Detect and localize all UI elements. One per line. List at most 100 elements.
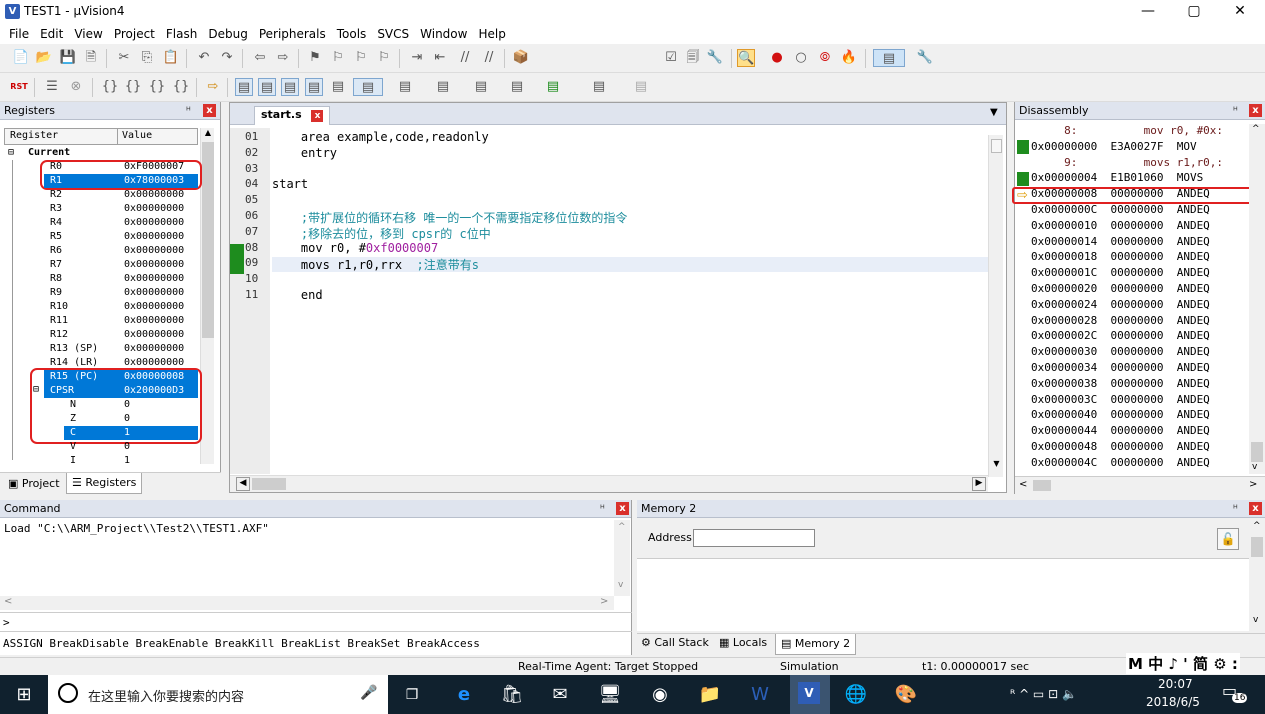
- command-scrollbar[interactable]: ^ v: [614, 520, 630, 596]
- disassembly-row[interactable]: 0x00000040 00000000 ANDEQ: [1031, 407, 1249, 423]
- register-row[interactable]: R0 0xF0000007: [4, 160, 198, 174]
- disable-breakpoint-icon[interactable]: ○: [792, 49, 810, 67]
- code-line[interactable]: ;带扩展位的循环右移 唯一的一个不需要指定移位位数的指令: [272, 209, 627, 226]
- memory-window-icon[interactable]: ▤: [390, 78, 420, 96]
- register-row[interactable]: R6 0x00000000: [4, 244, 198, 258]
- undo-icon[interactable]: ↶: [195, 49, 213, 67]
- code-line[interactable]: entry: [272, 146, 337, 160]
- disassembly-row[interactable]: 0x00000018 00000000 ANDEQ: [1031, 249, 1249, 265]
- menu-window[interactable]: Window: [415, 24, 473, 44]
- column-value[interactable]: Value: [122, 130, 152, 141]
- notification-icon[interactable]: ▭ 16: [1222, 681, 1250, 709]
- address-input[interactable]: [693, 529, 815, 547]
- disassembly-row[interactable]: 0x00000028 00000000 ANDEQ: [1031, 313, 1249, 329]
- paint-icon[interactable]: 🎨: [892, 681, 920, 709]
- disassembly-row[interactable]: 0x0000001C 00000000 ANDEQ: [1031, 265, 1249, 281]
- maximize-button[interactable]: ▢: [1171, 0, 1217, 24]
- pin-icon[interactable]: ᴴ: [186, 103, 191, 120]
- edge-icon[interactable]: e: [450, 681, 478, 709]
- run-icon[interactable]: ☰: [43, 78, 61, 96]
- disassembly-row[interactable]: 0x00000038 00000000 ANDEQ: [1031, 376, 1249, 392]
- registers-window-icon[interactable]: ▤: [305, 78, 323, 96]
- app-icon[interactable]: 🌐: [842, 681, 870, 709]
- registers-scrollbar[interactable]: ▲ ▼: [200, 128, 214, 489]
- unindent-icon[interactable]: ⇤: [431, 49, 449, 67]
- clear-breakpoints-icon[interactable]: 🔥: [840, 49, 858, 67]
- redo-icon[interactable]: ↷: [218, 49, 236, 67]
- nav-back-icon[interactable]: ⇦: [251, 49, 269, 67]
- disassembly-row[interactable]: 8: mov r0, #0x:: [1031, 123, 1249, 139]
- analysis-window-icon[interactable]: ▤: [466, 78, 496, 96]
- load-icon[interactable]: 📦: [512, 49, 530, 67]
- register-row[interactable]: R8 0x00000000: [4, 272, 198, 286]
- menu-svcs[interactable]: SVCS: [372, 24, 415, 44]
- lock-icon[interactable]: 🔓: [1217, 528, 1239, 550]
- kill-breakpoints-icon[interactable]: ⦾: [816, 49, 834, 67]
- register-row[interactable]: Z0: [4, 412, 198, 426]
- mail-icon[interactable]: ✉: [546, 681, 574, 709]
- paste-icon[interactable]: 📋: [162, 49, 180, 67]
- disassembly-window-icon[interactable]: ▤: [258, 78, 276, 96]
- breakpoint-icon[interactable]: ●: [768, 49, 786, 67]
- bookmark-icon[interactable]: ⚑: [306, 49, 324, 67]
- disassembly-row[interactable]: 0x00000008 00000000 ANDEQ: [1031, 186, 1249, 202]
- disassembly-row[interactable]: 0x00000004 E1B01060 MOVS: [1031, 170, 1249, 186]
- disassembly-row[interactable]: 0x00000024 00000000 ANDEQ: [1031, 297, 1249, 313]
- disassembly-row[interactable]: 9: movs r1,r0,:: [1031, 155, 1249, 171]
- debug-restore-icon[interactable]: ▤: [626, 78, 656, 96]
- stop-icon[interactable]: ⊗: [67, 78, 85, 96]
- disassembly-row[interactable]: 0x00000000 E3A0027F MOV: [1031, 139, 1249, 155]
- command-input[interactable]: >: [0, 612, 632, 632]
- expand-toggle-icon[interactable]: ⊟: [33, 384, 39, 395]
- copy-icon[interactable]: ⎘: [138, 49, 156, 67]
- close-panel-icon[interactable]: x: [616, 502, 629, 515]
- memory-scrollbar[interactable]: ^ v: [1249, 519, 1265, 631]
- tab-call-stack[interactable]: ⚙ Call Stack: [641, 636, 709, 649]
- column-register[interactable]: Register: [10, 130, 58, 141]
- close-tab-icon[interactable]: x: [311, 110, 324, 122]
- tab-memory-2[interactable]: ▤ Memory 2: [775, 634, 857, 655]
- chrome-icon[interactable]: ◉: [646, 681, 674, 709]
- register-row[interactable]: R10 0x00000000: [4, 300, 198, 314]
- register-row[interactable]: CPSR 0x200000D3: [44, 384, 198, 398]
- register-row[interactable]: R7 0x00000000: [4, 258, 198, 272]
- save-icon[interactable]: 💾: [59, 49, 77, 67]
- trace-window-icon[interactable]: ▤: [502, 78, 532, 96]
- prev-bookmark-icon[interactable]: ⚐: [329, 49, 347, 67]
- command-window-icon[interactable]: ▤: [235, 78, 253, 96]
- uvision-taskbar-button[interactable]: V: [790, 675, 830, 714]
- register-row[interactable]: V0: [4, 440, 198, 454]
- store-icon[interactable]: 🛍: [498, 681, 526, 709]
- system-viewer-icon[interactable]: ▤: [538, 78, 568, 96]
- close-panel-icon[interactable]: x: [1249, 104, 1262, 117]
- register-row[interactable]: R4 0x00000000: [4, 216, 198, 230]
- step-over-icon[interactable]: {}: [124, 78, 142, 96]
- disassembly-row[interactable]: 0x0000000C 00000000 ANDEQ: [1031, 202, 1249, 218]
- menu-file[interactable]: File: [4, 24, 35, 44]
- serial-window-icon[interactable]: ▤: [428, 78, 458, 96]
- ime-toolbar[interactable]: M 中 ♪ ' 简 ⚙ :: [1126, 653, 1240, 674]
- code-line[interactable]: area example,code,readonly: [272, 130, 489, 144]
- clear-bookmarks-icon[interactable]: ⚐: [375, 49, 393, 67]
- menu-flash[interactable]: Flash: [161, 24, 203, 44]
- register-row[interactable]: N0: [4, 398, 198, 412]
- call-stack-window-icon[interactable]: ▤: [329, 78, 347, 96]
- step-into-icon[interactable]: {}: [101, 78, 119, 96]
- pin-icon[interactable]: ᴴ: [600, 501, 605, 518]
- disassembly-row[interactable]: 0x00000048 00000000 ANDEQ: [1031, 439, 1249, 455]
- menu-edit[interactable]: Edit: [35, 24, 69, 44]
- word-icon[interactable]: W: [746, 681, 774, 709]
- tab-start-s[interactable]: start.s x: [254, 106, 331, 125]
- task-view-icon[interactable]: ❐: [398, 681, 426, 709]
- cut-icon[interactable]: ✂: [115, 49, 133, 67]
- disassembly-row[interactable]: 0x00000034 00000000 ANDEQ: [1031, 360, 1249, 376]
- tools-icon[interactable]: 🔧: [706, 49, 724, 67]
- run-to-cursor-icon[interactable]: {}: [172, 78, 190, 96]
- comment-icon[interactable]: //: [456, 49, 474, 67]
- nav-forward-icon[interactable]: ⇨: [274, 49, 292, 67]
- register-row[interactable]: R2 0x00000000: [4, 188, 198, 202]
- debug-session-icon[interactable]: 🔍: [737, 49, 755, 67]
- editor-vertical-scrollbar[interactable]: ▼: [988, 135, 1003, 477]
- menu-help[interactable]: Help: [473, 24, 511, 44]
- disassembly-row[interactable]: 0x0000002C 00000000 ANDEQ: [1031, 328, 1249, 344]
